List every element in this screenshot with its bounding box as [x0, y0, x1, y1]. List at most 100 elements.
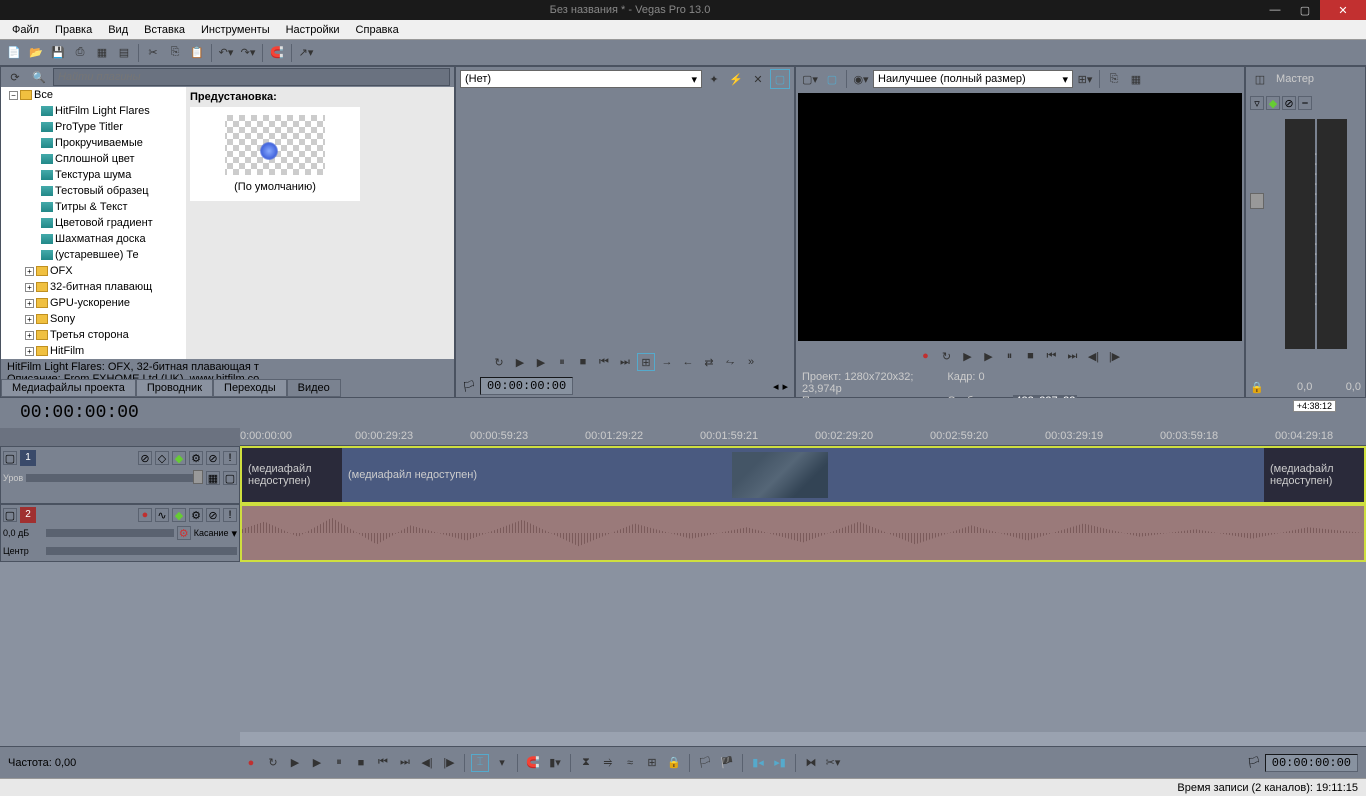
fader-handle[interactable]: [1250, 193, 1264, 209]
stop-icon[interactable]: ■: [574, 353, 592, 371]
video-clip-2[interactable]: (медиафайл недоступен): [342, 448, 1264, 502]
tool-icon[interactable]: ↗▾: [296, 43, 316, 63]
pan-slider[interactable]: [46, 547, 237, 555]
expand-icon[interactable]: +: [25, 299, 34, 308]
mute-icon[interactable]: ⊘: [1282, 96, 1296, 110]
edit-tool-icon[interactable]: ▾: [493, 754, 511, 772]
volume-slider[interactable]: [46, 529, 174, 537]
region-icon[interactable]: 🏴: [718, 754, 736, 772]
tree-item-titles[interactable]: Титры & Текст: [1, 199, 186, 215]
close-icon[interactable]: ✕: [748, 69, 768, 89]
play-start-icon[interactable]: ▶: [286, 754, 304, 772]
tree-folder-sony[interactable]: +Sony: [1, 311, 186, 327]
arrow-right-icon[interactable]: →: [658, 353, 676, 371]
playback-rate[interactable]: Частота: 0,00: [8, 757, 238, 769]
cursor-timecode[interactable]: 00:00:00:00: [0, 403, 159, 423]
touch-mode[interactable]: Касание: [194, 528, 229, 538]
go-start-icon[interactable]: ⏮: [1043, 347, 1061, 365]
solo-icon[interactable]: !: [223, 508, 237, 522]
master-icon[interactable]: ◫: [1250, 69, 1270, 89]
play-start-icon[interactable]: ▶: [511, 353, 529, 371]
plugin-search-input[interactable]: [53, 68, 450, 86]
timeline-scrollbar[interactable]: [0, 732, 1366, 746]
bypass-fx-icon[interactable]: ⊘: [138, 451, 152, 465]
go-end-icon[interactable]: ⏭: [396, 754, 414, 772]
go-end-icon[interactable]: ⏭: [1064, 347, 1082, 365]
expand-icon[interactable]: +: [25, 267, 34, 276]
lock-envelope-icon[interactable]: ≈: [621, 754, 639, 772]
audio-lane[interactable]: [240, 504, 1366, 562]
search-icon[interactable]: 🔍: [29, 67, 49, 87]
tree-folder-gpu[interactable]: +GPU-ускорение: [1, 295, 186, 311]
step-back-icon[interactable]: ◀|: [418, 754, 436, 772]
tree-item-scroll[interactable]: Прокручиваемые: [1, 135, 186, 151]
paste-icon[interactable]: 📋: [187, 43, 207, 63]
pan-label[interactable]: Центр: [3, 546, 43, 556]
tree-folder-ofx[interactable]: +OFX: [1, 263, 186, 279]
tab-transitions[interactable]: Переходы: [213, 379, 287, 397]
copy-frame-icon[interactable]: ⎘: [1104, 69, 1124, 89]
loop-icon[interactable]: ↻: [938, 347, 956, 365]
tree-item-test[interactable]: Тестовый образец: [1, 183, 186, 199]
tab-video[interactable]: Видео: [287, 379, 341, 397]
gain-value[interactable]: 0,0 дБ: [3, 528, 43, 538]
refresh-icon[interactable]: ⟳: [5, 67, 25, 87]
lock-icon[interactable]: 🔒: [1250, 381, 1264, 397]
audio-waveform[interactable]: [242, 506, 1364, 560]
marker-icon[interactable]: 🏳: [1247, 756, 1261, 769]
copy-icon[interactable]: ⎘: [165, 43, 185, 63]
split-icon[interactable]: ⧓: [802, 754, 820, 772]
menu-settings[interactable]: Настройки: [278, 22, 348, 38]
pause-icon[interactable]: ⏸: [330, 754, 348, 772]
trimmer-viewport[interactable]: [458, 93, 792, 347]
video-clip-1[interactable]: (медиафайл недоступен): [242, 448, 342, 502]
invert-icon[interactable]: ∿: [155, 508, 169, 522]
minimize-button[interactable]: —: [1260, 0, 1290, 20]
dim-icon[interactable]: ⎯: [1298, 96, 1312, 110]
marker-right-icon[interactable]: ▸: [782, 380, 788, 393]
stop-icon[interactable]: ■: [1022, 347, 1040, 365]
time-ruler[interactable]: 0:00:00:00 00:00:29:23 00:00:59:23 00:01…: [240, 428, 1366, 446]
mute-icon[interactable]: ⊘: [206, 451, 220, 465]
lock-icon[interactable]: 🔒: [665, 754, 683, 772]
flash-icon[interactable]: ⚡: [726, 69, 746, 89]
menu-help[interactable]: Справка: [348, 22, 407, 38]
arrow-left-icon[interactable]: ←: [679, 353, 697, 371]
snap-icon[interactable]: 🧲: [267, 43, 287, 63]
slider-handle[interactable]: [193, 470, 203, 484]
autocross-icon[interactable]: ⧗: [577, 754, 595, 772]
preview-ext-icon[interactable]: ▢▾: [800, 69, 820, 89]
trimmer-source-dropdown[interactable]: (Нет)▾: [460, 70, 702, 88]
quantize-icon[interactable]: ▮▾: [546, 754, 564, 772]
timeline-empty-area[interactable]: [0, 562, 1366, 732]
trimmer-timecode[interactable]: 00:00:00:00: [480, 377, 573, 395]
expand-icon[interactable]: +: [25, 315, 34, 324]
fx-icon[interactable]: ◆: [172, 508, 186, 522]
step-back-icon[interactable]: ◀|: [1085, 347, 1103, 365]
gear-icon[interactable]: ⚙: [177, 526, 191, 540]
ignore-grouping-icon[interactable]: ⊞: [643, 754, 661, 772]
tree-root[interactable]: −Все: [1, 87, 186, 103]
prev-icon[interactable]: ⏮: [595, 353, 613, 371]
step-fwd-icon[interactable]: |▶: [1106, 347, 1124, 365]
play-icon[interactable]: ▶: [308, 754, 326, 772]
save-frame-icon[interactable]: ▦: [1126, 69, 1146, 89]
tree-folder-third[interactable]: +Третья сторона: [1, 327, 186, 343]
tab-explorer[interactable]: Проводник: [136, 379, 213, 397]
tree-item-protype[interactable]: ProType Titler: [1, 119, 186, 135]
video-lane[interactable]: (медиафайл недоступен) (медиафайл недост…: [240, 446, 1366, 504]
tree-item-solid[interactable]: Сплошной цвет: [1, 151, 186, 167]
fx-chain-icon[interactable]: ◆: [1266, 96, 1280, 110]
track-minimize-icon[interactable]: ▢: [3, 508, 17, 522]
menu-tools[interactable]: Инструменты: [193, 22, 278, 38]
compositing-icon[interactable]: ▦: [206, 471, 220, 485]
tree-item-hitfilm[interactable]: HitFilm Light Flares: [1, 103, 186, 119]
automate-icon[interactable]: ⚙: [189, 451, 203, 465]
marker-left-icon[interactable]: ◂: [773, 380, 779, 393]
redo-icon[interactable]: ↷▾: [238, 43, 258, 63]
loop-icon[interactable]: ↻: [264, 754, 282, 772]
plugin-tree[interactable]: −Все HitFilm Light Flares ProType Titler…: [1, 87, 186, 359]
stop-icon[interactable]: ■: [352, 754, 370, 772]
close-button[interactable]: ✕: [1320, 0, 1366, 20]
solo-icon[interactable]: !: [223, 451, 237, 465]
